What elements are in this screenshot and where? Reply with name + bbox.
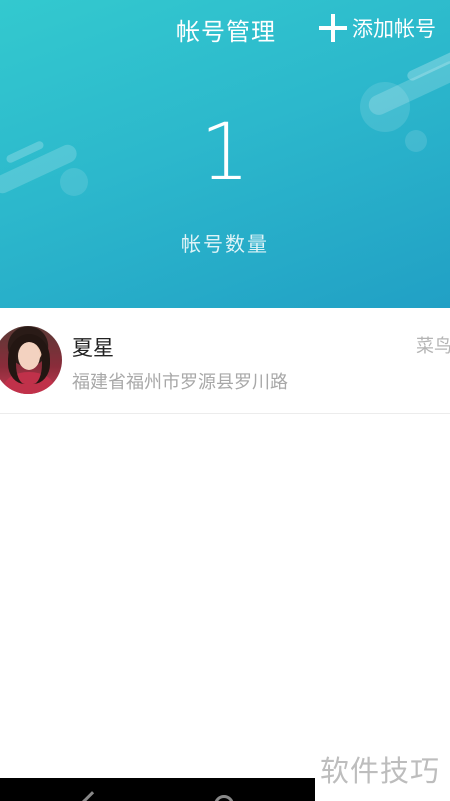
plus-icon (318, 13, 348, 43)
home-icon[interactable] (214, 795, 234, 801)
add-account-label: 添加帐号 (352, 17, 436, 41)
avatar (0, 326, 62, 394)
watermark: 软件技巧 (320, 754, 441, 788)
account-name: 夏星 (72, 336, 114, 360)
page-title: 帐号管理 (176, 18, 276, 46)
account-count: 1 (200, 108, 250, 198)
account-address: 福建省福州市罗源县罗川路 (72, 372, 288, 393)
add-account-button[interactable]: 添加帐号 (318, 10, 436, 46)
account-count-label: 帐号数量 (181, 232, 269, 256)
back-icon[interactable] (82, 791, 102, 801)
header: 帐号管理 添加帐号 1 帐号数量 (0, 0, 450, 308)
account-list-item[interactable]: 夏星 福建省福州市罗源县罗川路 菜鸟 (0, 308, 450, 414)
account-tag: 菜鸟 (416, 336, 450, 357)
system-nav-bar (0, 778, 315, 801)
